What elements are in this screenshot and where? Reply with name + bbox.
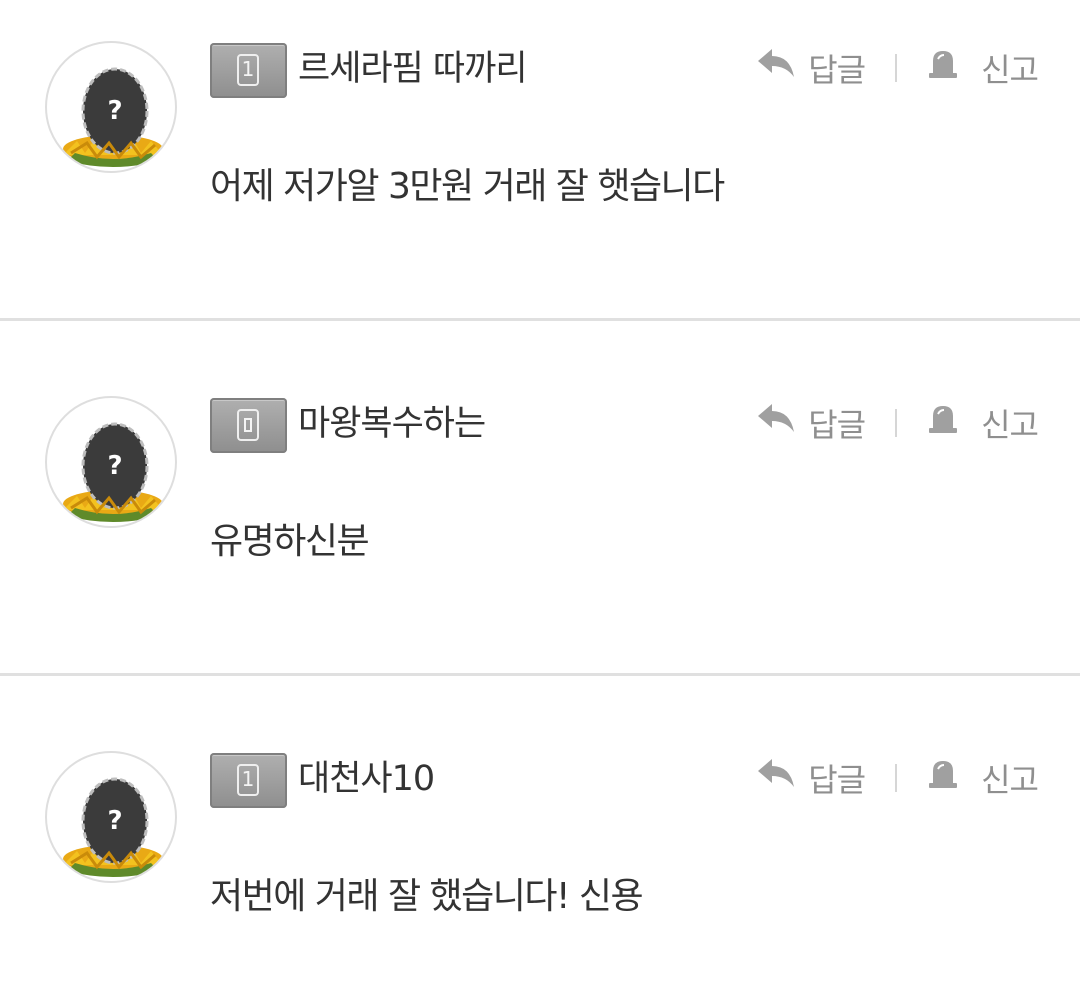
reply-label: 답글	[808, 51, 866, 89]
reply-arrow-icon	[756, 759, 796, 797]
level-zero-glyph	[244, 418, 252, 432]
avatar[interactable]: ?	[45, 41, 177, 173]
report-label: 신고	[981, 761, 1039, 799]
svg-text:?: ?	[107, 451, 122, 481]
comment-list: ? 1 르세라핌 따까리 답글 신고 어제 저가알 3만원 거래 잘 햇습니다 …	[0, 0, 1080, 993]
divider	[895, 764, 898, 792]
reply-label: 답글	[808, 406, 866, 444]
level-number: 1	[237, 764, 259, 796]
level-badge: 1	[210, 753, 287, 808]
report-button[interactable]: 신고	[927, 400, 1039, 446]
report-label: 신고	[981, 406, 1039, 444]
report-button[interactable]: 신고	[927, 755, 1039, 801]
level-number: 1	[237, 54, 259, 86]
comment-actions: 답글 신고	[756, 755, 1039, 801]
reply-label: 답글	[808, 761, 866, 799]
reply-arrow-icon	[756, 49, 796, 87]
reply-button[interactable]: 답글	[756, 400, 866, 446]
siren-icon	[927, 404, 959, 442]
report-label: 신고	[981, 51, 1039, 89]
avatar[interactable]: ?	[45, 751, 177, 883]
egg-question-icon: ?	[63, 67, 163, 167]
comment-actions: 답글 신고	[756, 45, 1039, 91]
siren-icon	[927, 759, 959, 797]
comment-text: 유명하신분	[210, 521, 370, 562]
author-name[interactable]: 마왕복수하는	[298, 399, 486, 449]
comment-actions: 답글 신고	[756, 400, 1039, 446]
reply-arrow-icon	[756, 404, 796, 442]
level-badge: 1	[210, 43, 287, 98]
svg-text:?: ?	[107, 806, 122, 836]
comment-item: ? 마왕복수하는 답글 신고 유명하신분	[0, 321, 1080, 676]
reply-button[interactable]: 답글	[756, 755, 866, 801]
egg-question-icon: ?	[63, 422, 163, 522]
comment-item: ? 1 대천사10 답글 신고 저번에 거래 잘 했습니다! 신용	[0, 676, 1080, 993]
egg-question-icon: ?	[63, 777, 163, 877]
svg-text:?: ?	[107, 96, 122, 126]
comment-item: ? 1 르세라핌 따까리 답글 신고 어제 저가알 3만원 거래 잘 햇습니다	[0, 0, 1080, 321]
avatar[interactable]: ?	[45, 396, 177, 528]
author-name[interactable]: 르세라핌 따까리	[298, 44, 528, 94]
author-name[interactable]: 대천사10	[298, 754, 435, 804]
comment-text: 저번에 거래 잘 했습니다! 신용	[210, 876, 644, 917]
report-button[interactable]: 신고	[927, 45, 1039, 91]
level-badge	[210, 398, 287, 453]
comment-text: 어제 저가알 3만원 거래 잘 햇습니다	[210, 166, 725, 207]
reply-button[interactable]: 답글	[756, 45, 866, 91]
level-number	[237, 409, 259, 441]
siren-icon	[927, 49, 959, 87]
divider	[895, 54, 898, 82]
divider	[895, 409, 898, 437]
